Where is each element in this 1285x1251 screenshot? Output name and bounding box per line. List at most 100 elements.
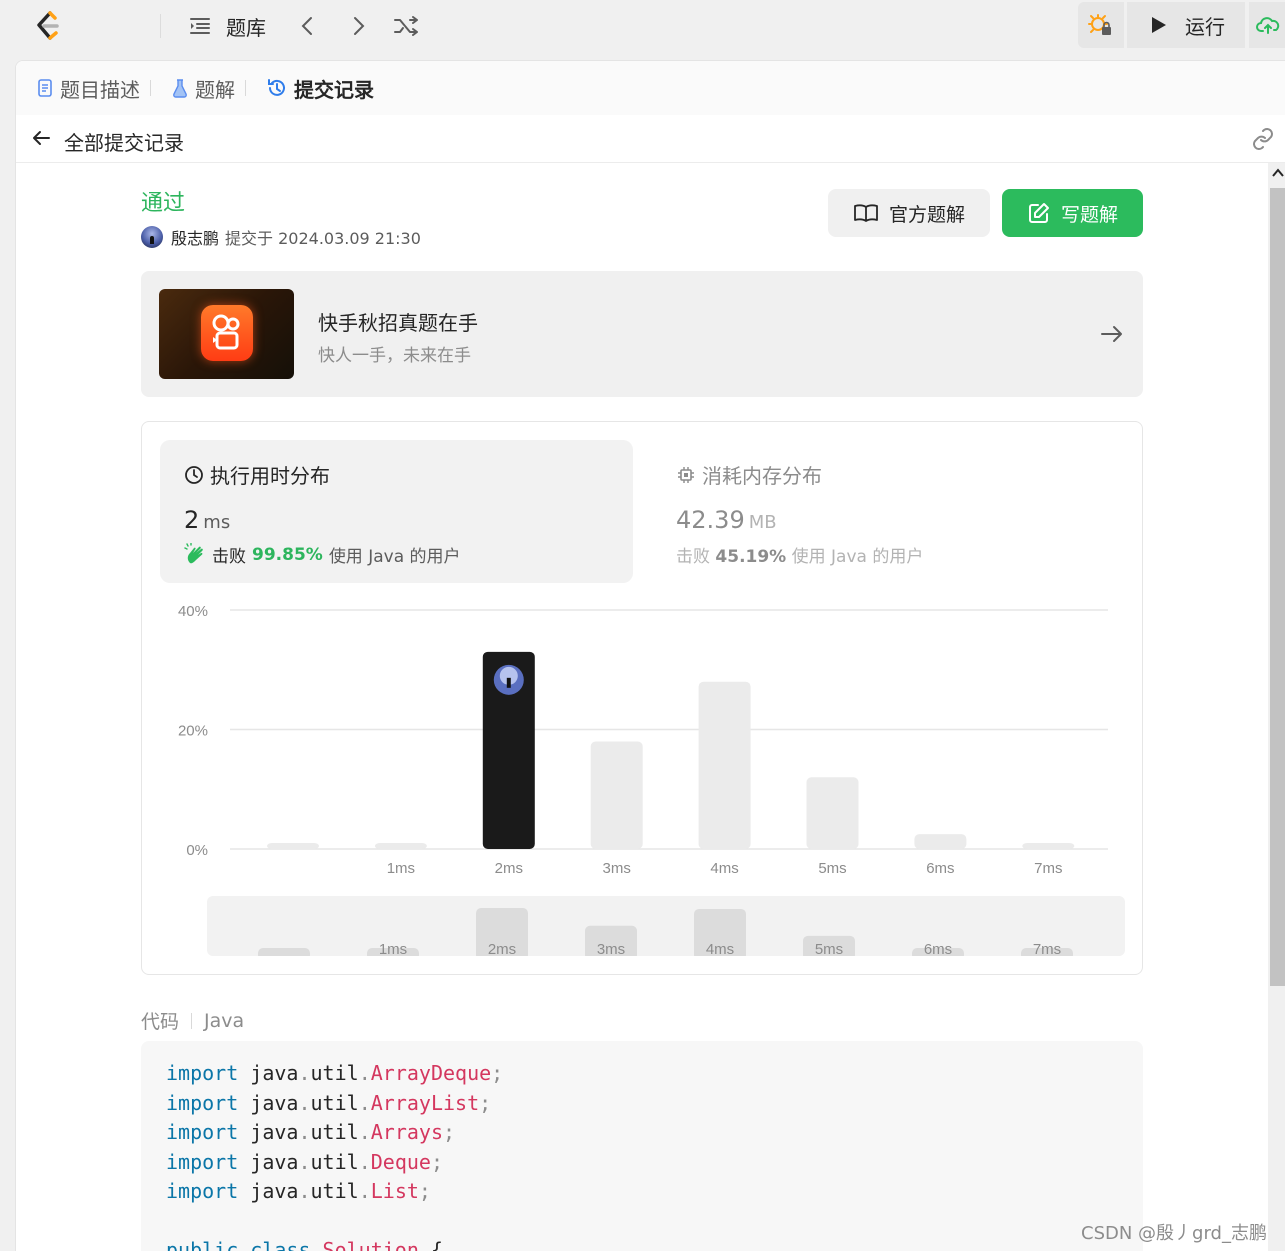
submission-subheader: 全部提交记录 <box>16 115 1285 163</box>
link-icon[interactable] <box>1250 127 1276 155</box>
runtime-chart-range-selector[interactable]: 1ms 2ms 3ms 4ms 5ms 6ms 7ms <box>207 896 1125 956</box>
submission-panel: 题目描述 题解 提交记录 全部提交记录 通过 殷志鹏 提交于 2024.03.0… <box>15 60 1285 1251</box>
flask-icon <box>173 79 187 98</box>
run-button[interactable]: 运行 <box>1127 2 1245 48</box>
code-punctuation: . <box>358 1061 371 1085</box>
submitter-name[interactable]: 殷志鹏 <box>171 225 219 249</box>
code-line: import java.util.ArrayDeque; <box>166 1059 1118 1089</box>
code-block[interactable]: import java.util.ArrayDeque; import java.… <box>141 1041 1143 1251</box>
vertical-scrollbar[interactable] <box>1268 163 1285 1251</box>
code-punctuation: . <box>358 1179 371 1203</box>
memory-title[interactable]: 消耗内存分布 <box>676 460 822 489</box>
code-punctuation: ; <box>491 1061 504 1085</box>
code-punctuation: ; <box>479 1090 492 1115</box>
topbar-divider <box>160 14 161 38</box>
write-solution-button[interactable]: 写题解 <box>1002 189 1143 237</box>
code-punctuation: . <box>358 1120 371 1144</box>
submit-button[interactable] <box>1249 2 1285 48</box>
code-punctuation: ; <box>442 1120 456 1144</box>
code-label: 代码 <box>141 1011 180 1033</box>
chevron-right-icon <box>354 17 365 35</box>
code-punctuation: . <box>358 1149 371 1174</box>
code-class-name: Solution <box>322 1238 419 1251</box>
official-solution-label: 官方题解 <box>888 203 965 226</box>
code-class-name: Deque <box>370 1149 431 1174</box>
next-problem-button[interactable] <box>346 10 370 42</box>
code-header-divider <box>191 1012 193 1029</box>
memory-beat-prefix: 击败 <box>676 547 710 567</box>
tab-description-label: 题目描述 <box>60 77 140 102</box>
status-badge: 通过 <box>141 191 186 216</box>
runtime-unit: ms <box>203 512 231 533</box>
memory-value: 42.39 MB <box>676 506 777 534</box>
code-header: 代码 Java <box>141 1007 244 1034</box>
code-punctuation: { <box>430 1238 443 1251</box>
code-line: import java.util.Deque; <box>166 1148 1118 1178</box>
code-package: util <box>310 1120 359 1144</box>
status-row: 通过 <box>141 185 185 217</box>
watermark: CSDN @殷丿grd_志鹏 <box>1081 1223 1267 1244</box>
tab-description[interactable]: 题目描述 <box>36 74 161 103</box>
runtime-number: 2 <box>184 506 200 534</box>
tab-solutions-label: 题解 <box>195 77 235 102</box>
code-punctuation: . <box>298 1120 311 1144</box>
problem-list-label: 题库 <box>226 15 266 40</box>
memory-beat-pct: 45.19% <box>715 547 787 567</box>
bug-lock-icon <box>1088 14 1111 35</box>
chart-x-tick-label: 4ms <box>710 860 738 877</box>
panel-tabs: 题目描述 题解 提交记录 <box>16 61 1285 115</box>
runtime-panel[interactable]: 执行用时分布 2 ms 击败 99.85% 使用 Java 的用户 <box>160 440 633 583</box>
code-keyword: public class <box>166 1238 311 1251</box>
back-arrow-icon[interactable] <box>30 127 52 155</box>
code-class-name: List <box>370 1179 419 1203</box>
chart-bar <box>267 843 319 849</box>
book-icon <box>854 204 878 222</box>
scroll-up-arrow-icon[interactable] <box>1272 167 1284 181</box>
memory-beat: 击败 45.19% 使用 Java 的用户 <box>676 542 923 567</box>
random-problem-button[interactable] <box>393 10 421 42</box>
performance-card: 执行用时分布 2 ms 击败 99.85% 使用 Java 的用户 消耗内存分布… <box>141 421 1143 975</box>
tab-divider <box>245 80 246 96</box>
bar-avatar-icon <box>493 664 524 695</box>
submission-time: 提交于 2024.03.09 21:30 <box>225 229 421 248</box>
runtime-beat-prefix: 击败 <box>212 547 246 567</box>
leetcode-logo-icon[interactable] <box>30 8 66 44</box>
list-icon <box>190 18 210 34</box>
official-solution-button[interactable]: 官方题解 <box>828 189 990 237</box>
code-language: Java <box>204 1009 245 1032</box>
memory-beat-suffix: 使用 Java 的用户 <box>791 547 924 567</box>
chart-bar <box>374 843 427 849</box>
avatar[interactable] <box>141 226 163 248</box>
code-punctuation: . <box>298 1061 311 1085</box>
debug-button[interactable] <box>1078 2 1124 48</box>
prev-problem-button[interactable] <box>296 10 320 42</box>
memory-title-label: 消耗内存分布 <box>702 464 822 488</box>
write-solution-label: 写题解 <box>1060 203 1118 226</box>
chevron-left-icon <box>301 17 312 35</box>
chart-x-tick-label: 7ms <box>1034 860 1062 877</box>
clock-icon <box>185 465 203 484</box>
tab-submissions[interactable]: 提交记录 <box>266 74 374 103</box>
tab-solutions[interactable]: 题解 <box>171 74 256 103</box>
minimap-x-label: 6ms <box>924 941 952 956</box>
chart-bar <box>698 681 751 849</box>
code-class-name: Arrays <box>370 1120 443 1144</box>
minimap-x-label: 7ms <box>1033 941 1061 956</box>
code-line: import java.util.List; <box>166 1177 1118 1207</box>
promo-image <box>159 289 294 379</box>
clap-icon <box>184 542 203 563</box>
code-keyword: import <box>166 1179 239 1203</box>
problem-list-button[interactable]: 题库 <box>188 10 266 42</box>
runtime-beat: 击败 99.85% 使用 Java 的用户 <box>184 542 461 567</box>
runtime-distribution-chart[interactable]: 40% 20% 0% 1ms 2ms 3ms 4ms 5ms 6ms 7ms <box>142 592 1142 882</box>
chart-bar <box>914 834 967 849</box>
runtime-title: 执行用时分布 <box>184 460 330 489</box>
promo-title: 快手秋招真题在手 <box>318 311 478 335</box>
scrollbar-thumb[interactable] <box>1270 188 1285 986</box>
code-punctuation: . <box>298 1179 311 1203</box>
code-punctuation: . <box>358 1090 371 1115</box>
code-package: util <box>310 1149 359 1174</box>
code-punctuation: . <box>298 1149 311 1174</box>
chart-x-tick-label: 1ms <box>387 860 415 877</box>
promo-banner[interactable]: 快手秋招真题在手 快人一手，未来在手 <box>141 271 1143 397</box>
